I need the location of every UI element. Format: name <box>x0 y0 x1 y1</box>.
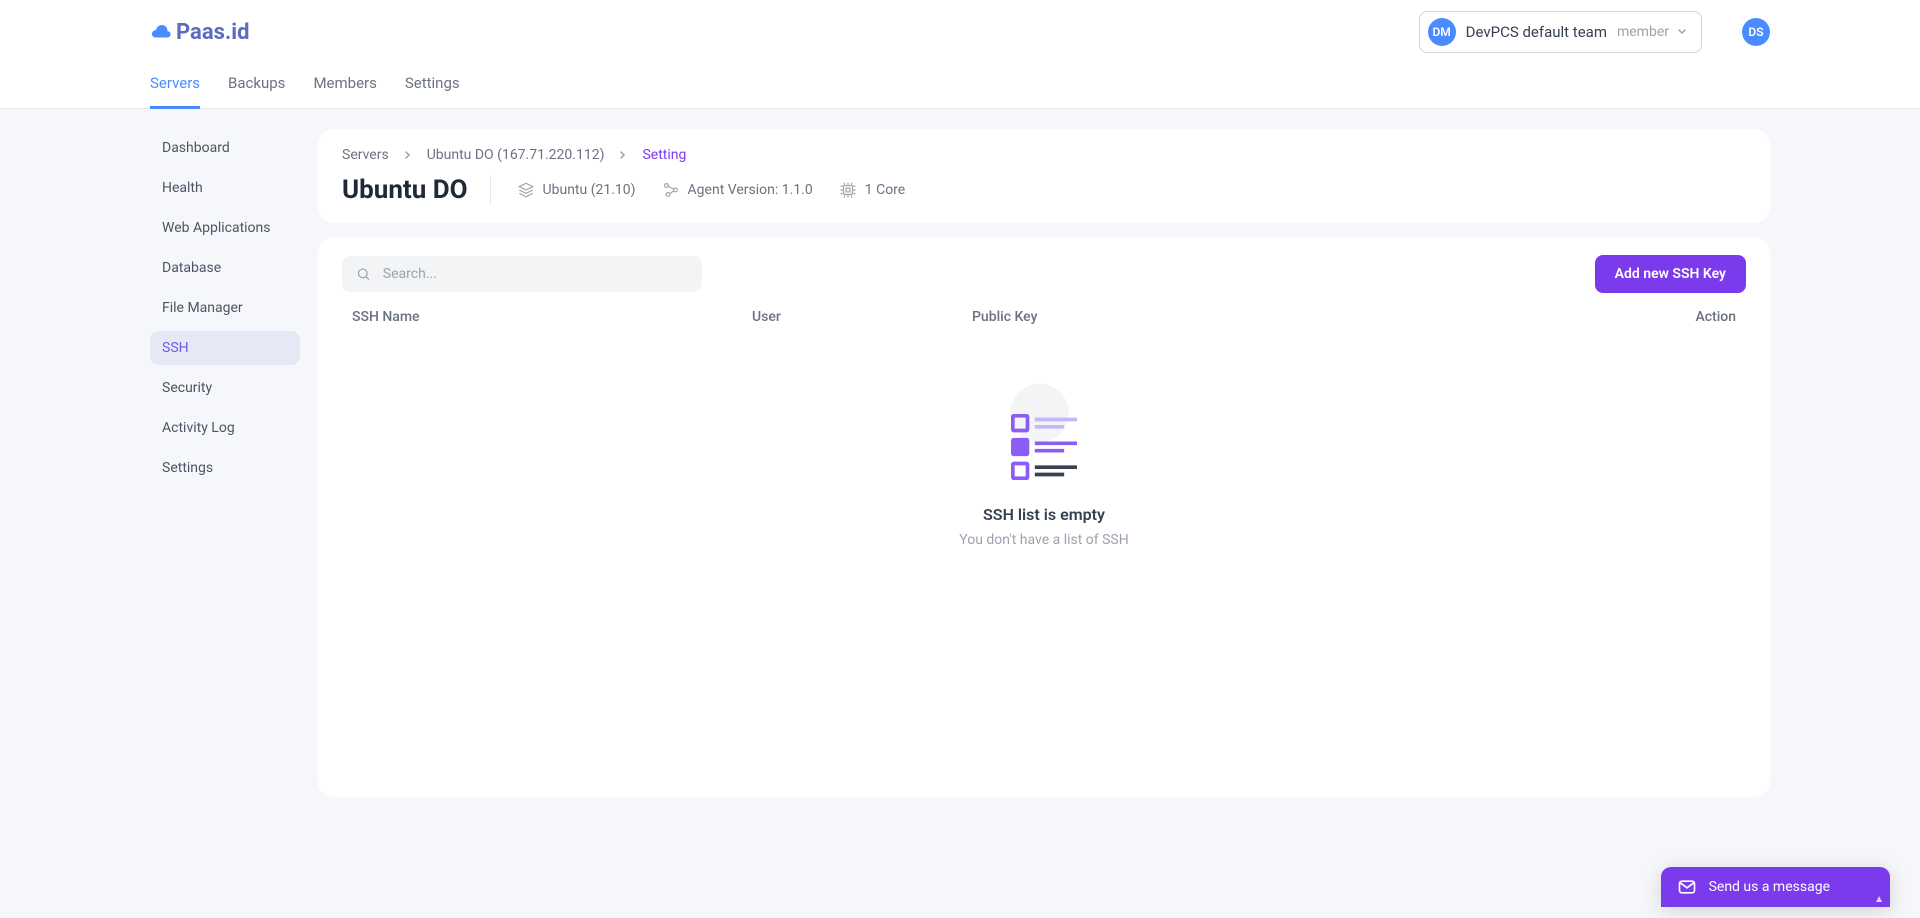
server-header-card: Servers Ubuntu DO (167.71.220.112) Setti… <box>318 129 1770 223</box>
app-header: Paas.id DM DevPCS default team member DS <box>0 0 1920 64</box>
server-title: Ubuntu DO <box>342 175 491 205</box>
breadcrumb-servers[interactable]: Servers <box>342 147 389 163</box>
table-header: SSH Name User Public Key Action <box>342 303 1746 331</box>
sidebar-item-settings[interactable]: Settings <box>150 451 300 485</box>
team-role-wrap: member <box>1617 24 1687 40</box>
empty-title: SSH list is empty <box>983 505 1105 524</box>
col-ssh-name: SSH Name <box>352 309 752 325</box>
content: Servers Ubuntu DO (167.71.220.112) Setti… <box>318 129 1770 797</box>
team-selector[interactable]: DM DevPCS default team member <box>1419 11 1702 53</box>
meta-os-text: Ubuntu (21.10) <box>543 182 636 198</box>
meta-os: Ubuntu (21.10) <box>517 181 636 199</box>
layers-icon <box>517 181 535 199</box>
meta-cores-text: 1 Core <box>865 182 905 198</box>
search-box[interactable] <box>342 256 702 292</box>
cpu-icon <box>839 181 857 199</box>
ssh-card: Add new SSH Key SSH Name User Public Key… <box>318 237 1770 797</box>
chat-label: Send us a message <box>1709 879 1830 895</box>
team-name: DevPCS default team <box>1466 23 1607 41</box>
top-tabs: Servers Backups Members Settings <box>0 64 1920 109</box>
sidebar-item-filemanager[interactable]: File Manager <box>150 291 300 325</box>
main: Dashboard Health Web Applications Databa… <box>0 109 1920 918</box>
cloud-icon <box>150 21 172 43</box>
empty-state: SSH list is empty You don't have a list … <box>342 331 1746 638</box>
sidebar-item-activity[interactable]: Activity Log <box>150 411 300 445</box>
tab-servers[interactable]: Servers <box>150 64 200 109</box>
col-action: Action <box>1656 309 1736 325</box>
logo-text: Paas.id <box>176 20 250 45</box>
title-row: Ubuntu DO Ubuntu (21.10) Agent Version: … <box>342 175 1746 205</box>
chevron-right-icon <box>618 150 628 160</box>
empty-list-icon <box>989 381 1099 491</box>
search-input[interactable] <box>381 265 688 283</box>
breadcrumb: Servers Ubuntu DO (167.71.220.112) Setti… <box>342 147 1746 163</box>
sidebar-item-ssh[interactable]: SSH <box>150 331 300 365</box>
add-ssh-button[interactable]: Add new SSH Key <box>1595 255 1746 293</box>
sidebar-item-health[interactable]: Health <box>150 171 300 205</box>
mail-icon <box>1677 877 1697 897</box>
sidebar: Dashboard Health Web Applications Databa… <box>150 129 300 491</box>
team-avatar: DM <box>1428 18 1456 46</box>
tab-settings[interactable]: Settings <box>405 64 460 109</box>
tab-members[interactable]: Members <box>313 64 376 109</box>
search-icon <box>356 266 371 282</box>
sidebar-item-security[interactable]: Security <box>150 371 300 405</box>
nodes-icon <box>662 181 680 199</box>
chevron-down-icon <box>1677 27 1687 37</box>
team-role: member <box>1617 24 1669 40</box>
meta-agent: Agent Version: 1.1.0 <box>662 181 813 199</box>
meta-agent-text: Agent Version: 1.1.0 <box>688 182 813 198</box>
toolbar: Add new SSH Key <box>342 255 1746 293</box>
sidebar-item-webapps[interactable]: Web Applications <box>150 211 300 245</box>
meta-cores: 1 Core <box>839 181 905 199</box>
header-right: DM DevPCS default team member DS <box>1419 11 1770 53</box>
sidebar-item-dashboard[interactable]: Dashboard <box>150 131 300 165</box>
tab-backups[interactable]: Backups <box>228 64 285 109</box>
sidebar-item-database[interactable]: Database <box>150 251 300 285</box>
col-user: User <box>752 309 972 325</box>
col-public-key: Public Key <box>972 309 1656 325</box>
breadcrumb-server[interactable]: Ubuntu DO (167.71.220.112) <box>427 147 605 163</box>
expand-icon: ▲ <box>1874 894 1884 905</box>
user-avatar[interactable]: DS <box>1742 18 1770 46</box>
chat-widget[interactable]: Send us a message ▲ <box>1661 867 1890 907</box>
breadcrumb-current: Setting <box>642 147 686 163</box>
empty-subtitle: You don't have a list of SSH <box>959 532 1128 548</box>
chevron-right-icon <box>403 150 413 160</box>
logo[interactable]: Paas.id <box>150 20 250 45</box>
